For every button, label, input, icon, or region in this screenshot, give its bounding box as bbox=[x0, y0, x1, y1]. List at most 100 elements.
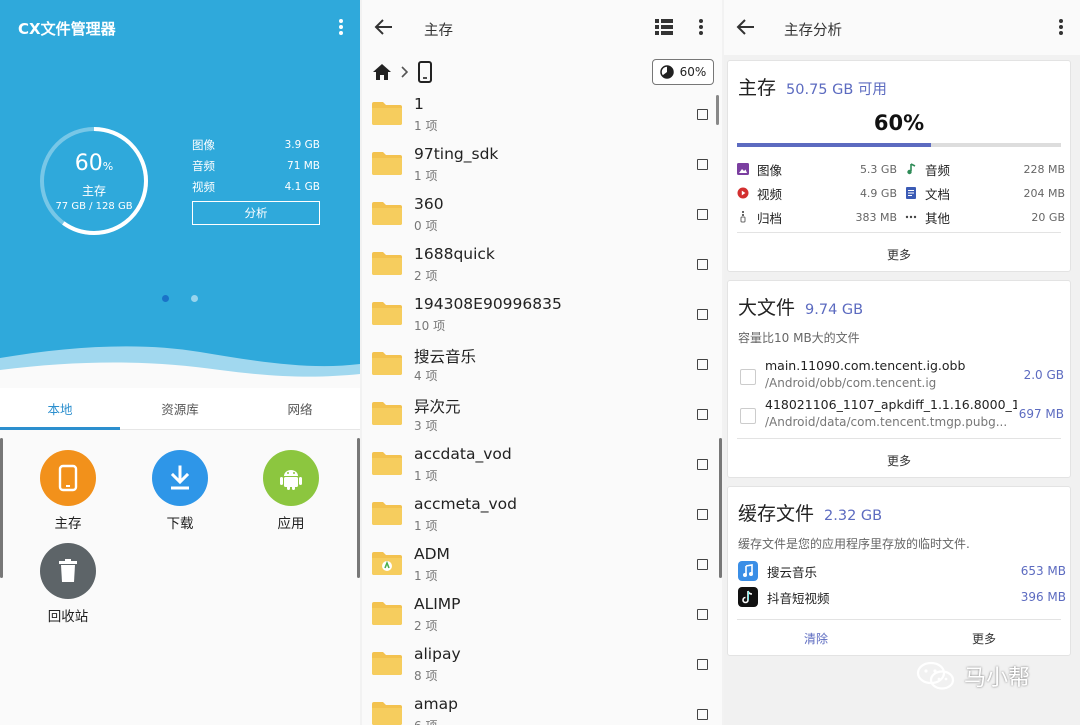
cache-app-row[interactable]: 抖音短视频 396 MB bbox=[738, 585, 1066, 609]
back-arrow-icon[interactable] bbox=[736, 18, 756, 36]
document-icon bbox=[905, 187, 917, 199]
storage-size: 77 GB / 128 GB bbox=[55, 200, 133, 212]
folder-checkbox[interactable] bbox=[697, 409, 708, 420]
folder-checkbox[interactable] bbox=[697, 359, 708, 370]
folder-row[interactable]: ALIMP 2 项 bbox=[362, 590, 722, 640]
large-file-row[interactable]: main.11090.com.tencent.ig.obb /Android/o… bbox=[738, 358, 1066, 396]
folder-item-count: 1 项 bbox=[414, 569, 438, 583]
folder-checkbox[interactable] bbox=[697, 309, 708, 320]
folder-row[interactable]: accdata_vod 1 项 bbox=[362, 440, 722, 490]
folder-item-count: 4 项 bbox=[414, 369, 438, 383]
folder-icon bbox=[372, 252, 402, 275]
storage-percent: 60% bbox=[74, 150, 114, 176]
folder-row[interactable]: 异次元 3 项 bbox=[362, 390, 722, 440]
clear-button[interactable]: 清除 bbox=[804, 630, 828, 647]
edge-handle-left[interactable] bbox=[0, 438, 3, 578]
edge-handle-right[interactable] bbox=[357, 438, 360, 578]
shortcut-main-storage[interactable]: 主存 bbox=[28, 450, 108, 532]
shortcut-downloads[interactable]: 下载 bbox=[140, 450, 220, 532]
file-browser-appbar: 主存 bbox=[362, 0, 722, 55]
folder-row[interactable]: 搜云音乐 4 项 bbox=[362, 340, 722, 390]
tab-network[interactable]: 网络 bbox=[240, 388, 360, 429]
folder-row[interactable]: alipay 8 项 bbox=[362, 640, 722, 690]
folder-checkbox[interactable] bbox=[697, 459, 708, 470]
list-view-icon[interactable] bbox=[655, 19, 673, 35]
storage-usage-chip[interactable]: 60% bbox=[652, 59, 714, 85]
folder-row[interactable]: ADM 1 项 bbox=[362, 540, 722, 590]
folder-checkbox[interactable] bbox=[697, 159, 708, 170]
folder-checkbox[interactable] bbox=[697, 659, 708, 670]
storage-label: 主存 bbox=[81, 183, 106, 198]
category-archive[interactable]: 归档 383 MB bbox=[737, 205, 897, 229]
folder-name: accmeta_vod bbox=[414, 495, 517, 513]
divider bbox=[737, 438, 1061, 439]
more-button[interactable]: 更多 bbox=[972, 630, 996, 647]
folder-checkbox[interactable] bbox=[697, 559, 708, 570]
tab-library[interactable]: 资源库 bbox=[120, 388, 240, 429]
folder-row[interactable]: 97ting_sdk 1 项 bbox=[362, 140, 722, 190]
folder-row[interactable]: 1688quick 2 项 bbox=[362, 240, 722, 290]
large-file-row[interactable]: 418021106_1107_apkdiff_1.1.16.8000_1... … bbox=[738, 397, 1066, 435]
category-video[interactable]: 视频 4.9 GB bbox=[737, 181, 897, 205]
scrollbar-thumb[interactable] bbox=[716, 95, 719, 125]
media-stats: 图像 3.9 GB 音频 71 MB 视频 4.1 GB bbox=[192, 134, 320, 197]
category-music[interactable]: 音频 228 MB bbox=[905, 157, 1065, 181]
back-arrow-icon[interactable] bbox=[374, 18, 394, 36]
tab-local[interactable]: 本地 bbox=[0, 388, 120, 430]
folder-checkbox[interactable] bbox=[697, 509, 708, 520]
category-more[interactable]: 其他 20 GB bbox=[905, 205, 1065, 229]
folder-checkbox[interactable] bbox=[697, 109, 708, 120]
category-document[interactable]: 文档 204 MB bbox=[905, 181, 1065, 205]
storage-ring-text[interactable]: 60% 主存 77 GB / 128 GB bbox=[38, 125, 150, 237]
folder-checkbox[interactable] bbox=[697, 709, 708, 720]
folder-icon bbox=[372, 702, 402, 725]
file-checkbox[interactable] bbox=[740, 369, 756, 385]
category-image[interactable]: 图像 5.3 GB bbox=[737, 157, 897, 181]
file-list: 11 项 97ting_sdk 1 项 360 0 项 1688quick 2 项 19430… bbox=[362, 90, 722, 725]
cache-description: 缓存文件是您的应用程序里存放的临时文件. bbox=[738, 537, 970, 551]
folder-icon bbox=[372, 152, 402, 175]
folder-row[interactable]: 194308E90996835 10 项 bbox=[362, 290, 722, 340]
folder-name: ALIMP bbox=[414, 595, 461, 613]
folder-checkbox[interactable] bbox=[697, 209, 708, 220]
android-icon bbox=[263, 450, 319, 506]
more-button[interactable]: 更多 bbox=[728, 246, 1070, 263]
shortcut-recycle-bin[interactable]: 回收站 bbox=[28, 543, 108, 625]
folder-icon bbox=[372, 102, 402, 125]
app-title: CX文件管理器 bbox=[18, 20, 116, 38]
file-checkbox[interactable] bbox=[740, 408, 756, 424]
wechat-logo-icon bbox=[916, 661, 955, 690]
page-indicator bbox=[162, 295, 198, 302]
folder-row[interactable]: amap 6 项 bbox=[362, 690, 722, 725]
folder-checkbox[interactable] bbox=[697, 259, 708, 270]
folder-name: 异次元 bbox=[414, 398, 461, 416]
folder-row[interactable]: accmeta_vod 1 项 bbox=[362, 490, 722, 540]
home-icon[interactable] bbox=[372, 63, 392, 81]
watermark: 马小帮 bbox=[916, 660, 1030, 692]
storage-analysis-screen: 主存分析 主存 50.75 GB 可用 60% 图像 5.3 GB 音频 228 MB… bbox=[724, 0, 1080, 725]
folder-icon bbox=[372, 352, 402, 375]
phone-icon bbox=[40, 450, 96, 506]
overflow-menu-icon[interactable] bbox=[693, 17, 709, 37]
folder-icon bbox=[372, 552, 402, 575]
image-icon bbox=[737, 163, 749, 175]
overflow-menu-icon[interactable] bbox=[333, 17, 349, 37]
divider bbox=[737, 619, 1061, 620]
folder-row[interactable]: 360 0 项 bbox=[362, 190, 722, 240]
analyze-button[interactable]: 分析 bbox=[192, 201, 320, 225]
page-title: 主存 bbox=[424, 23, 453, 39]
phone-icon[interactable] bbox=[417, 61, 433, 83]
more-icon bbox=[905, 211, 917, 223]
edge-handle-right[interactable] bbox=[719, 438, 722, 578]
main-storage-card: 主存 50.75 GB 可用 60% 图像 5.3 GB 音频 228 MB 视频 4.9… bbox=[727, 60, 1071, 272]
overflow-menu-icon[interactable] bbox=[1053, 17, 1069, 37]
usage-progress-bar bbox=[737, 143, 1061, 147]
folder-checkbox[interactable] bbox=[697, 609, 708, 620]
cache-app-row[interactable]: 搜云音乐 653 MB bbox=[738, 559, 1066, 583]
folder-row[interactable]: 11 项 bbox=[362, 90, 722, 140]
shortcut-apps[interactable]: 应用 bbox=[251, 450, 331, 532]
folder-item-count: 3 项 bbox=[414, 419, 438, 433]
more-button[interactable]: 更多 bbox=[728, 452, 1070, 469]
folder-icon bbox=[372, 302, 402, 325]
folder-icon bbox=[372, 452, 402, 475]
